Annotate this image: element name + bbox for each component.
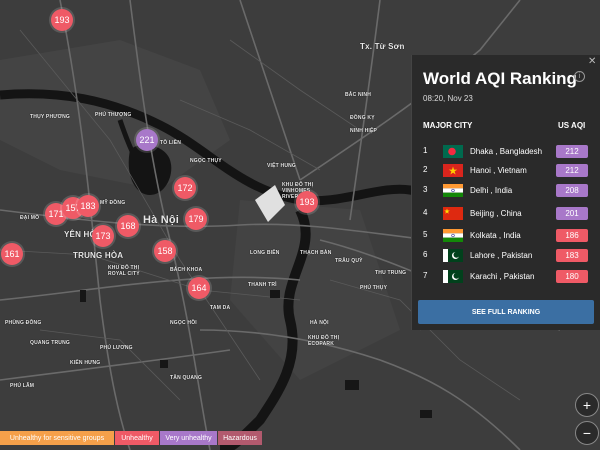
close-icon[interactable]: ✕ [588,56,596,67]
map-label-kien-hung: KIẾN HƯNG [70,360,101,366]
aqi-marker[interactable]: 179 [185,208,207,230]
map-label-tu-son: Tx. Từ Sơn [360,42,405,51]
map-label-trau-quy: TRÂU QUỲ [335,258,363,264]
zoom-out-button[interactable]: − [575,421,599,445]
map-label-to-lien: TÔ LIỀN [160,140,182,146]
aqi-value-badge: 186 [556,229,588,242]
map-label-long-bien: LONG BIÊN [250,250,280,256]
aqi-value-badge: 212 [556,145,588,158]
pakistan-flag-icon [443,249,463,262]
map-label-phu-lam: PHÚ LÃM [10,383,35,389]
legend-item-very-unhealthy: Very unhealthy [160,431,217,445]
rank-number: 7 [423,271,428,280]
rank-number: 1 [423,146,428,155]
map-label-trung-hoa: TRUNG HÒA [73,251,124,260]
city-name: Lahore , Pakistan [470,251,533,260]
aqi-marker[interactable]: 173 [92,225,114,247]
city-name: Beijing , China [470,209,522,218]
legend-item-unhealthy-sensitive: Unhealthy for sensitive groups [0,431,114,445]
map-label-dong-ky: ĐỒNG KỴ [350,115,375,121]
map-label-hanoi: Hà Nội [143,214,180,226]
aqi-ranking-panel: ✕ World AQI Ranking i 08:20, Nov 23 MAJO… [411,55,600,330]
map-label-phu-thuong: PHÚ THƯỢNG [95,112,132,118]
map-label-my-dong: MỸ ĐỒNG [100,200,126,206]
info-icon[interactable]: i [574,71,585,82]
aqi-marker[interactable]: 193 [51,9,73,31]
map-label-thanh-tri: THANH TRÌ [248,282,277,288]
map-label-thach-ban: THẠCH BÀN [300,250,332,256]
pakistan-flag-icon [443,270,463,283]
china-flag-icon [443,207,463,220]
aqi-value-badge: 208 [556,184,588,197]
panel-date: 08:20, Nov 23 [423,94,473,103]
ranking-row[interactable]: 3 Delhi , India 208 [412,183,600,199]
map-label-thuy-phuong: THỤY PHƯƠNG [30,114,70,120]
map-label-dai-mo: ĐẠI MỖ [20,215,40,221]
ranking-row[interactable]: 5 Kolkata , India 186 [412,228,600,244]
ranking-row[interactable]: 2 Hanoi , Vietnam 212 [412,163,600,179]
india-flag-icon [443,184,463,197]
map-label-bach-khoa: BÁCH KHOA [170,267,203,273]
aqi-value-badge: 201 [556,207,588,220]
map-label-quang-trung: QUANG TRUNG [30,340,70,346]
map-label-ecopark: KHU ĐÔ THỊ ECOPARK [308,335,340,347]
aqi-marker[interactable]: 221 [136,129,158,151]
map-label-phu-thuy: PHÚ THỤY [360,285,388,291]
map-label-tam-da: TAM DA [210,305,231,311]
panel-title: World AQI Ranking [423,69,577,88]
rank-number: 2 [423,165,428,174]
map-label-ngoc-hoi: NGỌC HỒI [170,320,197,326]
map-label-phu-luong: PHÚ LƯƠNG [100,345,133,351]
legend-item-unhealthy: Unhealthy [115,431,159,445]
aqi-marker[interactable]: 158 [154,240,176,262]
aqi-value-badge: 180 [556,270,588,283]
aqi-marker[interactable]: 172 [174,177,196,199]
rank-number: 3 [423,185,428,194]
map-label-phung-dong: PHÙNG ĐÔNG [5,320,42,326]
aqi-value-badge: 212 [556,164,588,177]
rank-number: 5 [423,230,428,239]
aqi-value-badge: 183 [556,249,588,262]
column-header-aqi: US AQI [558,121,586,130]
rank-number: 4 [423,208,428,217]
city-name: Delhi , India [470,186,513,195]
aqi-marker[interactable]: 161 [1,243,23,265]
ranking-row[interactable]: 6 Lahore , Pakistan 183 [412,248,600,264]
map-label-royal-city: KHU ĐÔ THỊ ROYAL CITY [108,265,140,277]
ranking-row[interactable]: 4 Beijing , China 201 [412,206,600,222]
rank-number: 6 [423,250,428,259]
map-label-ninh-hiep: NINH HIỆP [350,128,378,134]
vietnam-flag-icon [443,164,463,177]
aqi-marker[interactable]: 168 [117,215,139,237]
map-label-thu-trung: THU TRUNG [375,270,407,276]
aqi-marker[interactable]: 193 [296,191,318,213]
aqi-marker[interactable]: 164 [188,277,210,299]
column-header-city: MAJOR CITY [423,121,473,130]
map-label-bac-ninh: BẮC NINH [345,92,372,98]
ranking-row[interactable]: 7 Karachi , Pakistan 180 [412,269,600,285]
zoom-in-button[interactable]: + [575,393,599,417]
legend-item-hazardous: Hazardous [218,431,262,445]
city-name: Dhaka , Bangladesh [470,147,543,156]
map-label-tan-quang: TÂN QUANG [170,375,203,381]
india-flag-icon [443,229,463,242]
aqi-marker[interactable]: 183 [77,195,99,217]
bangladesh-flag-icon [443,145,463,158]
ranking-row[interactable]: 1 Dhaka , Bangladesh 212 [412,144,600,160]
map-label-ha-noi-small: HÀ NỘI [310,320,329,326]
map-label-viet-hung: VIỆT HUNG [267,163,297,169]
city-name: Karachi , Pakistan [470,272,535,281]
map-label-ngoc-thuy: NGỌC THỤY [190,158,222,164]
see-full-ranking-button[interactable]: SEE FULL RANKING [418,300,594,324]
city-name: Kolkata , India [470,231,521,240]
city-name: Hanoi , Vietnam [470,166,527,175]
